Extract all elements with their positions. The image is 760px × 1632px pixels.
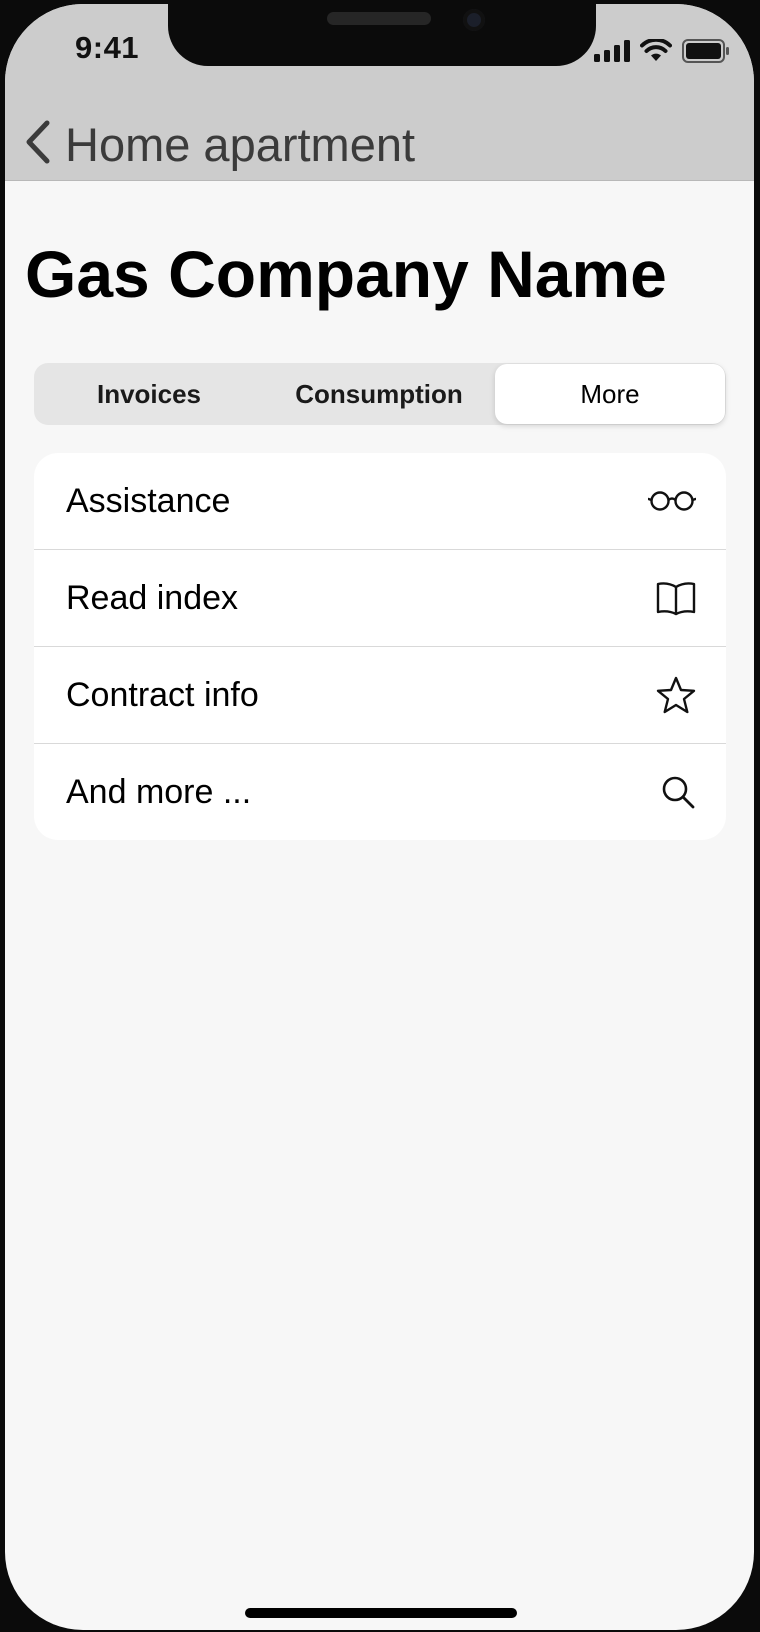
status-time: 9:41 (75, 30, 140, 65)
camera (463, 9, 485, 31)
list-item-assistance[interactable]: Assistance (34, 453, 726, 550)
eyeglasses-icon (646, 479, 696, 523)
list-item-label: And more ... (66, 772, 252, 811)
options-list: Assistance Read index Contract info And … (34, 453, 726, 840)
list-item-contract-info[interactable]: Contract info (34, 647, 726, 744)
book-icon (646, 576, 696, 620)
list-item-label: Assistance (66, 481, 231, 520)
back-button[interactable]: Home apartment (25, 112, 415, 176)
page-title: Gas Company Name (25, 237, 667, 311)
battery-icon (682, 39, 730, 63)
signal-icon (594, 40, 630, 62)
tab-consumption[interactable]: Consumption (264, 363, 494, 425)
back-button-label: Home apartment (65, 117, 416, 171)
speaker (327, 12, 431, 25)
wifi-icon (640, 39, 672, 63)
phone-frame: 9:41 Home apartment Gas Company Name Inv… (0, 0, 760, 1632)
status-icons (594, 38, 730, 64)
list-item-read-index[interactable]: Read index (34, 550, 726, 647)
segmented-control: Invoices Consumption More (34, 363, 726, 425)
screen: 9:41 Home apartment Gas Company Name Inv… (5, 4, 754, 1630)
list-item-label: Read index (66, 578, 239, 617)
tab-more[interactable]: More (495, 364, 725, 424)
home-indicator[interactable] (245, 1608, 517, 1618)
notch (168, 4, 596, 66)
search-icon (646, 770, 696, 814)
list-item-label: Contract info (66, 675, 259, 714)
tab-invoices[interactable]: Invoices (34, 363, 264, 425)
star-icon (646, 673, 696, 717)
list-item-and-more[interactable]: And more ... (34, 744, 726, 840)
chevron-left-icon (25, 120, 51, 169)
